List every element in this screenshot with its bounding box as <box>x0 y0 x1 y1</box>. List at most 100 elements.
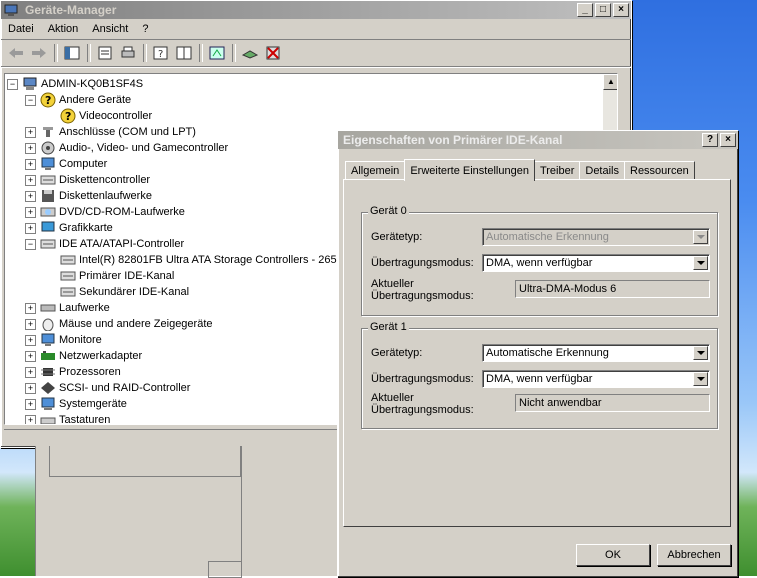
monitor-icon <box>40 156 56 172</box>
tree-item[interactable]: Sekundärer IDE-Kanal <box>45 284 189 300</box>
menu-bar: Datei Aktion Ansicht ? <box>1 19 631 40</box>
tree-item[interactable]: + Prozessoren <box>25 364 121 380</box>
device0-group-label: Gerät 0 <box>368 205 409 217</box>
update-driver-icon[interactable] <box>239 43 261 63</box>
tab-erweiterte-einstellungen[interactable]: Erweiterte Einstellungen <box>404 159 535 181</box>
tree-item[interactable]: + Systemgeräte <box>25 396 127 412</box>
system-icon <box>40 396 56 412</box>
expand-icon[interactable]: + <box>25 398 36 410</box>
back-arrow-icon[interactable] <box>5 43 27 63</box>
expand-icon[interactable]: + <box>25 366 36 378</box>
scroll-up-button[interactable]: ▲ <box>603 74 617 90</box>
tree-item[interactable]: + Laufwerke <box>25 300 110 316</box>
chevron-down-icon[interactable] <box>693 346 708 360</box>
tree-item-label: Netzwerkadapter <box>59 350 143 362</box>
expand-icon[interactable]: + <box>25 190 36 202</box>
expand-icon[interactable]: + <box>25 318 36 330</box>
ok-button[interactable]: OK <box>576 544 650 566</box>
tree-item[interactable]: −? Andere Geräte <box>25 92 131 108</box>
menu-datei[interactable]: Datei <box>1 23 41 35</box>
expand-icon[interactable]: + <box>25 158 36 170</box>
toolbar-separator <box>232 44 236 62</box>
tree-item-label: Computer <box>59 158 108 170</box>
tree-item[interactable]: + SCSI- und RAID-Controller <box>25 380 190 396</box>
tree-item[interactable]: + Anschlüsse (COM und LPT) <box>25 124 196 140</box>
forward-arrow-icon[interactable] <box>28 43 50 63</box>
scsi-icon <box>40 380 56 396</box>
expand-icon[interactable]: + <box>25 414 36 424</box>
dialog-help-button[interactable]: ? <box>702 133 718 147</box>
cancel-button[interactable]: Abbrechen <box>657 544 731 566</box>
collapse-icon[interactable]: − <box>25 238 36 250</box>
chevron-down-icon[interactable] <box>693 372 708 386</box>
tree-item[interactable]: + Computer <box>25 156 107 172</box>
collapse-icon[interactable]: − <box>7 78 18 90</box>
menu-ansicht[interactable]: Ansicht <box>85 23 135 35</box>
device1-current-value: Nicht anwendbar <box>515 394 710 412</box>
tree-item[interactable]: − IDE ATA/ATAPI-Controller <box>25 236 184 252</box>
device1-type-combo[interactable]: Automatische Erkennung <box>482 344 710 362</box>
tree-item[interactable]: + Audio-, Video- und Gamecontroller <box>25 140 228 156</box>
tree-item-label: Audio-, Video- und Gamecontroller <box>59 142 229 154</box>
expand-icon[interactable]: + <box>25 126 36 138</box>
expand-icon[interactable]: + <box>25 174 36 186</box>
tree-item[interactable]: + Diskettenlaufwerke <box>25 188 152 204</box>
tree-item-label: Laufwerke <box>59 302 110 314</box>
minimize-button[interactable]: _ <box>577 3 593 17</box>
tree-item[interactable]: + Monitore <box>25 332 102 348</box>
chevron-down-icon[interactable] <box>693 256 708 270</box>
tree-item[interactable]: + Mäuse und andere Zeigegeräte <box>25 316 213 332</box>
print-icon[interactable] <box>117 43 139 63</box>
processor-icon <box>40 364 56 380</box>
dialog-titlebar[interactable]: Eigenschaften von Primärer IDE-Kanal ? × <box>338 131 738 149</box>
close-button[interactable]: × <box>613 3 629 17</box>
device0-current-label-1: Aktueller <box>371 278 414 290</box>
tree-item[interactable]: + DVD/CD-ROM-Laufwerke <box>25 204 185 220</box>
tree-item-label: Primärer IDE-Kanal <box>79 270 175 282</box>
tree-item[interactable]: Primärer IDE-Kanal <box>45 268 174 284</box>
show-hide-console-tree-icon[interactable] <box>61 43 83 63</box>
tree-item[interactable]: + Diskettencontroller <box>25 172 150 188</box>
uninstall-icon[interactable] <box>262 43 284 63</box>
tree-item[interactable]: ? Videocontroller <box>45 108 152 124</box>
tree-item[interactable]: + Netzwerkadapter <box>25 348 142 364</box>
expand-icon[interactable]: + <box>25 222 36 234</box>
network-icon <box>40 348 56 364</box>
toolbar-separator <box>143 44 147 62</box>
maximize-button[interactable]: □ <box>595 3 611 17</box>
keyboard-icon <box>40 412 56 424</box>
tab-details[interactable]: Details <box>579 161 625 180</box>
controller-icon <box>60 252 76 268</box>
menu-help[interactable]: ? <box>135 23 155 35</box>
display-adapter-icon <box>40 220 56 236</box>
tab-allgemein[interactable]: Allgemein <box>345 161 406 180</box>
tree-item[interactable]: + Tastaturen <box>25 412 110 424</box>
tree-item[interactable]: Intel(R) 82801FB Ultra ATA Storage Contr… <box>45 252 343 268</box>
tab-ressourcen[interactable]: Ressourcen <box>624 161 695 180</box>
help-icon[interactable]: ? <box>150 43 172 63</box>
tab-treiber[interactable]: Treiber <box>533 161 581 180</box>
dialog-close-button[interactable]: × <box>720 133 736 147</box>
view-icon[interactable] <box>173 43 195 63</box>
menu-aktion[interactable]: Aktion <box>41 23 86 35</box>
svg-text:?: ? <box>158 49 163 60</box>
properties-icon[interactable] <box>94 43 116 63</box>
expand-icon[interactable]: + <box>25 382 36 394</box>
tree-item-label: Grafikkarte <box>59 222 113 234</box>
tree-item-label: Diskettenlaufwerke <box>59 190 152 202</box>
device0-mode-value: DMA, wenn verfügbar <box>486 257 593 269</box>
expand-icon[interactable]: + <box>25 206 36 218</box>
scan-hardware-icon[interactable] <box>206 43 228 63</box>
expand-icon[interactable]: + <box>25 334 36 346</box>
device0-mode-combo[interactable]: DMA, wenn verfügbar <box>482 254 710 272</box>
tree-item[interactable]: − ADMIN-KQ0B1SF4S <box>7 76 143 92</box>
tree-item-label: DVD/CD-ROM-Laufwerke <box>59 206 185 218</box>
expand-icon[interactable]: + <box>25 142 36 154</box>
tree-item[interactable]: + Grafikkarte <box>25 220 113 236</box>
collapse-icon[interactable]: − <box>25 94 36 106</box>
expand-icon[interactable]: + <box>25 350 36 362</box>
device-manager-titlebar[interactable]: Geräte-Manager _ □ × <box>1 1 631 19</box>
tree-item-label: SCSI- und RAID-Controller <box>59 382 191 394</box>
expand-icon[interactable]: + <box>25 302 36 314</box>
device1-mode-combo[interactable]: DMA, wenn verfügbar <box>482 370 710 388</box>
